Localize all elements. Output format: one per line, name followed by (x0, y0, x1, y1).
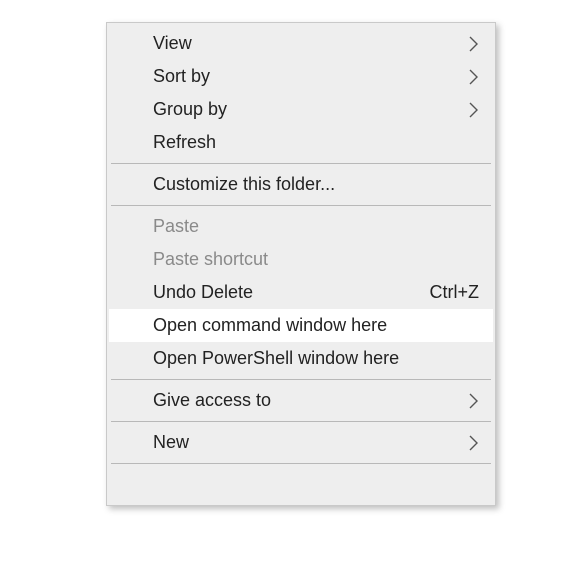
menu-item-shortcut: Ctrl+Z (430, 282, 480, 303)
chevron-right-icon (465, 69, 479, 85)
menu-item-paste: Paste (109, 210, 493, 243)
menu-item-label: Group by (153, 99, 465, 120)
chevron-right-icon (465, 36, 479, 52)
menu-item-new[interactable]: New (109, 426, 493, 459)
menu-item-label: Give access to (153, 390, 465, 411)
menu-item-properties[interactable] (109, 468, 493, 501)
menu-item-label: Open command window here (153, 315, 479, 336)
menu-separator (111, 379, 491, 380)
menu-item-undo-delete[interactable]: Undo Delete Ctrl+Z (109, 276, 493, 309)
menu-item-give-access-to[interactable]: Give access to (109, 384, 493, 417)
menu-item-paste-shortcut: Paste shortcut (109, 243, 493, 276)
context-menu: View Sort by Group by Refresh Customize … (106, 22, 496, 506)
menu-item-label: View (153, 33, 465, 54)
menu-item-sort-by[interactable]: Sort by (109, 60, 493, 93)
menu-separator (111, 163, 491, 164)
menu-item-label: New (153, 432, 465, 453)
menu-item-label: Paste (153, 216, 479, 237)
menu-separator (111, 463, 491, 464)
menu-item-label: Paste shortcut (153, 249, 479, 270)
menu-item-view[interactable]: View (109, 27, 493, 60)
chevron-right-icon (465, 435, 479, 451)
chevron-right-icon (465, 102, 479, 118)
menu-item-label: Undo Delete (153, 282, 418, 303)
menu-item-refresh[interactable]: Refresh (109, 126, 493, 159)
menu-item-label: Customize this folder... (153, 174, 479, 195)
menu-item-customize-folder[interactable]: Customize this folder... (109, 168, 493, 201)
menu-separator (111, 205, 491, 206)
menu-item-label: Open PowerShell window here (153, 348, 479, 369)
menu-item-label: Refresh (153, 132, 479, 153)
menu-item-group-by[interactable]: Group by (109, 93, 493, 126)
chevron-right-icon (465, 393, 479, 409)
menu-item-open-powershell-window[interactable]: Open PowerShell window here (109, 342, 493, 375)
menu-separator (111, 421, 491, 422)
menu-item-label: Sort by (153, 66, 465, 87)
menu-item-open-command-window[interactable]: Open command window here (109, 309, 493, 342)
